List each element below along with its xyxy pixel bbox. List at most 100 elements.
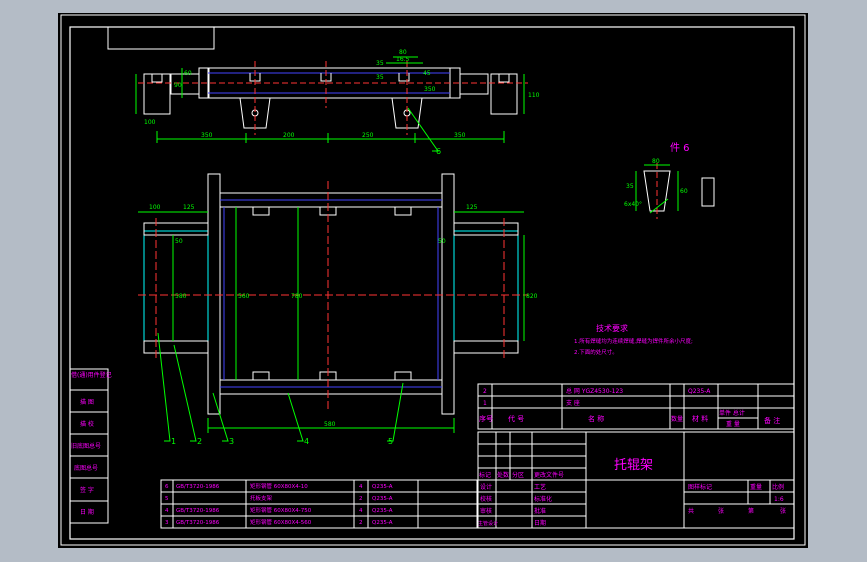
dim-text: 250	[362, 132, 374, 139]
parts-cell: 6	[165, 484, 169, 490]
title-block-label: 第	[748, 507, 754, 515]
leader-number: 6	[436, 147, 441, 156]
dim-text: 60	[680, 188, 688, 195]
bom-header: 数量	[671, 415, 683, 423]
dim-text: 100	[144, 119, 156, 126]
bom-header: 重 量	[726, 420, 740, 428]
technical-notes: 技术要求 1.所有焊缝均为连续焊缝,焊缝为焊件所余小尺度; 2.下面的处尺寸。	[574, 323, 693, 356]
bom-header: 序号	[479, 414, 493, 423]
parts-cell: Q235-A	[372, 520, 393, 526]
top-corner-box	[107, 26, 215, 50]
notes-line: 1.所有焊缝均为连续焊缝,焊缝为焊件所余小尺度;	[574, 337, 693, 345]
leader-number: 5	[388, 437, 393, 446]
drawing-sheet: 80 16.5 45 35 35 90 100 110 350 250 350 …	[58, 13, 808, 548]
dim-text: 80	[399, 49, 407, 56]
parts-cell: 4	[359, 508, 363, 514]
dim-text: 200	[283, 132, 295, 139]
bom-table	[477, 383, 795, 430]
top-view	[135, 56, 528, 143]
drawing-canvas[interactable]: 80 16.5 45 35 35 90 100 110 350 250 350 …	[58, 13, 808, 548]
leader-number: 2	[197, 437, 202, 446]
title-block-label: 批准	[534, 507, 546, 515]
parts-cell: 2	[359, 520, 363, 526]
dim-text: 80	[652, 158, 660, 165]
title-block-label: 张	[780, 507, 786, 515]
title-block-label: 标记	[479, 471, 491, 479]
left-strip-label: 描 校	[80, 420, 94, 428]
title-block-label: 比例	[772, 483, 784, 491]
dim-text: 820	[526, 293, 538, 300]
title-block-label: 共	[688, 507, 694, 515]
dim-text: 90	[174, 82, 182, 89]
parts-cell: 矩形钢管 60X80X4-10	[250, 482, 308, 490]
drawing-border	[69, 26, 795, 540]
leader-number: 4	[304, 437, 309, 446]
left-strip-label: 签 字	[80, 486, 94, 494]
bom-cell: 总 网 YGZ4530-123	[566, 387, 623, 395]
bom-header: 单件 总计	[719, 409, 745, 417]
dim-text: 6x40°	[624, 201, 642, 208]
parts-cell: 2	[359, 496, 363, 502]
left-strip-labels: 借(通)用件登记 描 图 描 校 旧底图总号 底图总号 签 字 日 期	[71, 371, 112, 516]
dim-text: 350	[424, 86, 436, 93]
bom-header: 名 称	[588, 414, 604, 423]
parts-cell: Q235-A	[372, 496, 393, 502]
dim-text: 125	[183, 204, 195, 211]
dim-text: 580	[324, 421, 336, 428]
dim-text: 50	[175, 238, 183, 245]
dim-text: 580	[175, 293, 187, 300]
notes-line: 2.下面的处尺寸。	[574, 348, 618, 356]
parts-cell: 矩形钢管 60X80X4-750	[250, 506, 312, 514]
dim-text: 350	[201, 132, 213, 139]
title-block-label: 标准化	[534, 495, 552, 503]
bom-cell: 1	[483, 400, 487, 407]
title-block-label: 张	[718, 507, 724, 515]
dim-text: 110	[528, 92, 540, 99]
title-block-label: 日期	[534, 519, 546, 527]
parts-cell: Q235-A	[372, 508, 393, 514]
bom-cell: 支 座	[566, 399, 580, 407]
parts-cell: GB/T3720-1986	[176, 508, 220, 514]
dim-text: 350	[454, 132, 466, 139]
dim-text: 16.5	[396, 56, 410, 63]
drawing-name: 托辊架	[614, 458, 653, 473]
dim-text: 125	[466, 204, 478, 211]
leader-number: 3	[229, 437, 234, 446]
bom-header: 备 注	[764, 416, 780, 425]
left-strip-label: 旧底图总号	[71, 442, 101, 450]
dim-text: 560	[238, 293, 250, 300]
title-block-label: 处数	[497, 471, 509, 479]
dim-text: 35	[376, 60, 384, 67]
dim-text: 35	[626, 183, 634, 190]
scale-value: 1:6	[774, 496, 784, 503]
parts-cell: Q235-A	[372, 484, 393, 490]
dim-text: 50	[438, 238, 446, 245]
bom-header: 代 号	[508, 414, 524, 423]
parts-cell: 矩形钢管 60X80X4-560	[250, 518, 312, 526]
bom-header: 材 料	[692, 414, 708, 423]
left-strip-label: 描 图	[80, 398, 94, 406]
title-block-label: 工艺	[534, 483, 546, 491]
left-strip-label: 底图总号	[74, 464, 98, 472]
title-block-label: 重量	[750, 483, 762, 491]
leader-number: 1	[171, 437, 176, 446]
bom-cell: Q235-A	[688, 388, 711, 395]
notes-title: 技术要求	[596, 323, 628, 333]
left-strip-label: 借(通)用件登记	[71, 371, 112, 379]
parts-cell: 5	[165, 496, 169, 502]
viewport: 80 16.5 45 35 35 90 100 110 350 250 350 …	[0, 0, 867, 562]
title-block-label: 图样标记	[688, 483, 712, 491]
left-strip-label: 日 期	[80, 508, 94, 516]
dim-text: 45	[423, 70, 431, 77]
title-block-label: 更改文件号	[534, 471, 564, 479]
plan-view	[138, 173, 528, 433]
dim-text: 780	[291, 293, 303, 300]
parts-cell: 4	[165, 508, 169, 514]
bom-cell: 2	[483, 388, 487, 395]
parts-cell: 3	[165, 520, 169, 526]
title-block-label: 设计	[480, 483, 492, 491]
title-block-label: 主管设计	[478, 520, 498, 527]
title-block-label: 校核	[480, 495, 492, 503]
part6-title: 件 6	[670, 142, 690, 154]
dim-text: 60	[184, 70, 192, 77]
